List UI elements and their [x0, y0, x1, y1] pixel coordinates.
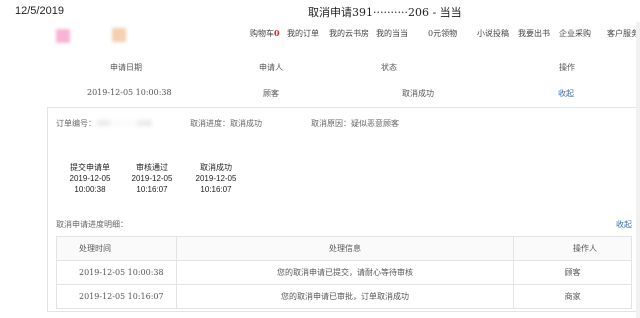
nav-zero-gift[interactable]: 0元领物: [428, 28, 457, 39]
step-date: 2019-12-05: [69, 174, 111, 183]
operator: 商家: [513, 284, 632, 309]
col-process-info: 处理信息: [175, 236, 515, 261]
applicant: 顾客: [263, 89, 279, 98]
nav-novel-submit[interactable]: 小说投稿: [477, 28, 509, 39]
cancel-progress: 取消进度：取消成功: [190, 119, 262, 128]
progress-detail-title: 取消申请进度明细：: [56, 220, 128, 229]
page-title: 取消申请391··········206 - 当当: [308, 6, 462, 19]
header-apply-date: 申请日期: [110, 63, 142, 72]
step-time: 10:16:07: [136, 185, 168, 194]
step-date: 2019-12-05: [195, 174, 237, 183]
header-status: 状态: [381, 63, 397, 72]
avatar: [112, 28, 126, 42]
process-time: 2019-12-05 10:16:07: [56, 284, 177, 309]
nav-publish-book[interactable]: 我要出书: [518, 28, 550, 39]
step-date: 2019-12-05: [131, 174, 173, 183]
table-row: 2019-12-05 10:00:38 您的取消申请已提交，请耐心等待审核 顾客: [56, 260, 632, 285]
avatar: [56, 29, 70, 43]
nav-cart-label: 购物车: [250, 29, 274, 38]
header-applicant: 申请人: [259, 63, 283, 72]
cart-count-badge: 0: [274, 28, 280, 38]
order-number: 订单编号：391··········206: [56, 118, 152, 129]
step-label: 审核通过: [136, 163, 168, 172]
cancel-reason: 取消原因：疑似恶意顾客: [311, 119, 399, 128]
process-info: 您的取消申请已审批，订单取消成功: [175, 284, 515, 309]
nav-enterprise-purchase[interactable]: 企业采购: [559, 28, 591, 39]
col-process-time: 处理时间: [56, 236, 177, 261]
order-number-label: 订单编号：: [56, 119, 96, 128]
step-submit: 提交申请单 2019-12-05 10:00:38: [60, 162, 120, 195]
nav-my-dangdang[interactable]: 我的当当: [376, 28, 408, 39]
history-table: 处理时间 处理信息 操作人 2019-12-05 10:00:38 您的取消申请…: [56, 236, 632, 309]
step-label: 提交申请单: [70, 163, 110, 172]
step-time: 10:16:07: [200, 185, 232, 194]
print-date: 12/5/2019: [15, 5, 64, 17]
col-operator: 操作人: [513, 236, 632, 261]
nav-my-cloud-bookshelf[interactable]: 我的云书房: [329, 28, 369, 39]
apply-date: 2019-12-05 10:00:38: [87, 88, 172, 97]
collapse-detail-link[interactable]: 收起: [616, 219, 632, 230]
nav-cart[interactable]: 购物车0: [250, 28, 280, 39]
step-time: 10:00:38: [74, 185, 106, 194]
nav-customer-service[interactable]: 客户服务: [607, 28, 639, 39]
scrollbar[interactable]: [636, 22, 640, 318]
operator: 顾客: [513, 260, 632, 285]
nav-my-orders[interactable]: 我的订单: [287, 28, 319, 39]
step-cancelled: 取消成功 2019-12-05 10:16:07: [186, 162, 246, 195]
table-row: 2019-12-05 10:16:07 您的取消申请已审批，订单取消成功 商家: [56, 284, 632, 309]
apply-status: 取消成功: [402, 89, 434, 98]
collapse-link[interactable]: 收起: [558, 88, 574, 99]
process-info: 您的取消申请已提交，请耐心等待审核: [175, 260, 515, 285]
history-header-row: 处理时间 处理信息 操作人: [56, 236, 632, 261]
step-review: 审核通过 2019-12-05 10:16:07: [122, 162, 182, 195]
order-number-value: 391··········206: [96, 119, 152, 128]
step-label: 取消成功: [200, 163, 232, 172]
process-time: 2019-12-05 10:00:38: [56, 260, 177, 285]
header-action: 操作: [559, 63, 575, 72]
